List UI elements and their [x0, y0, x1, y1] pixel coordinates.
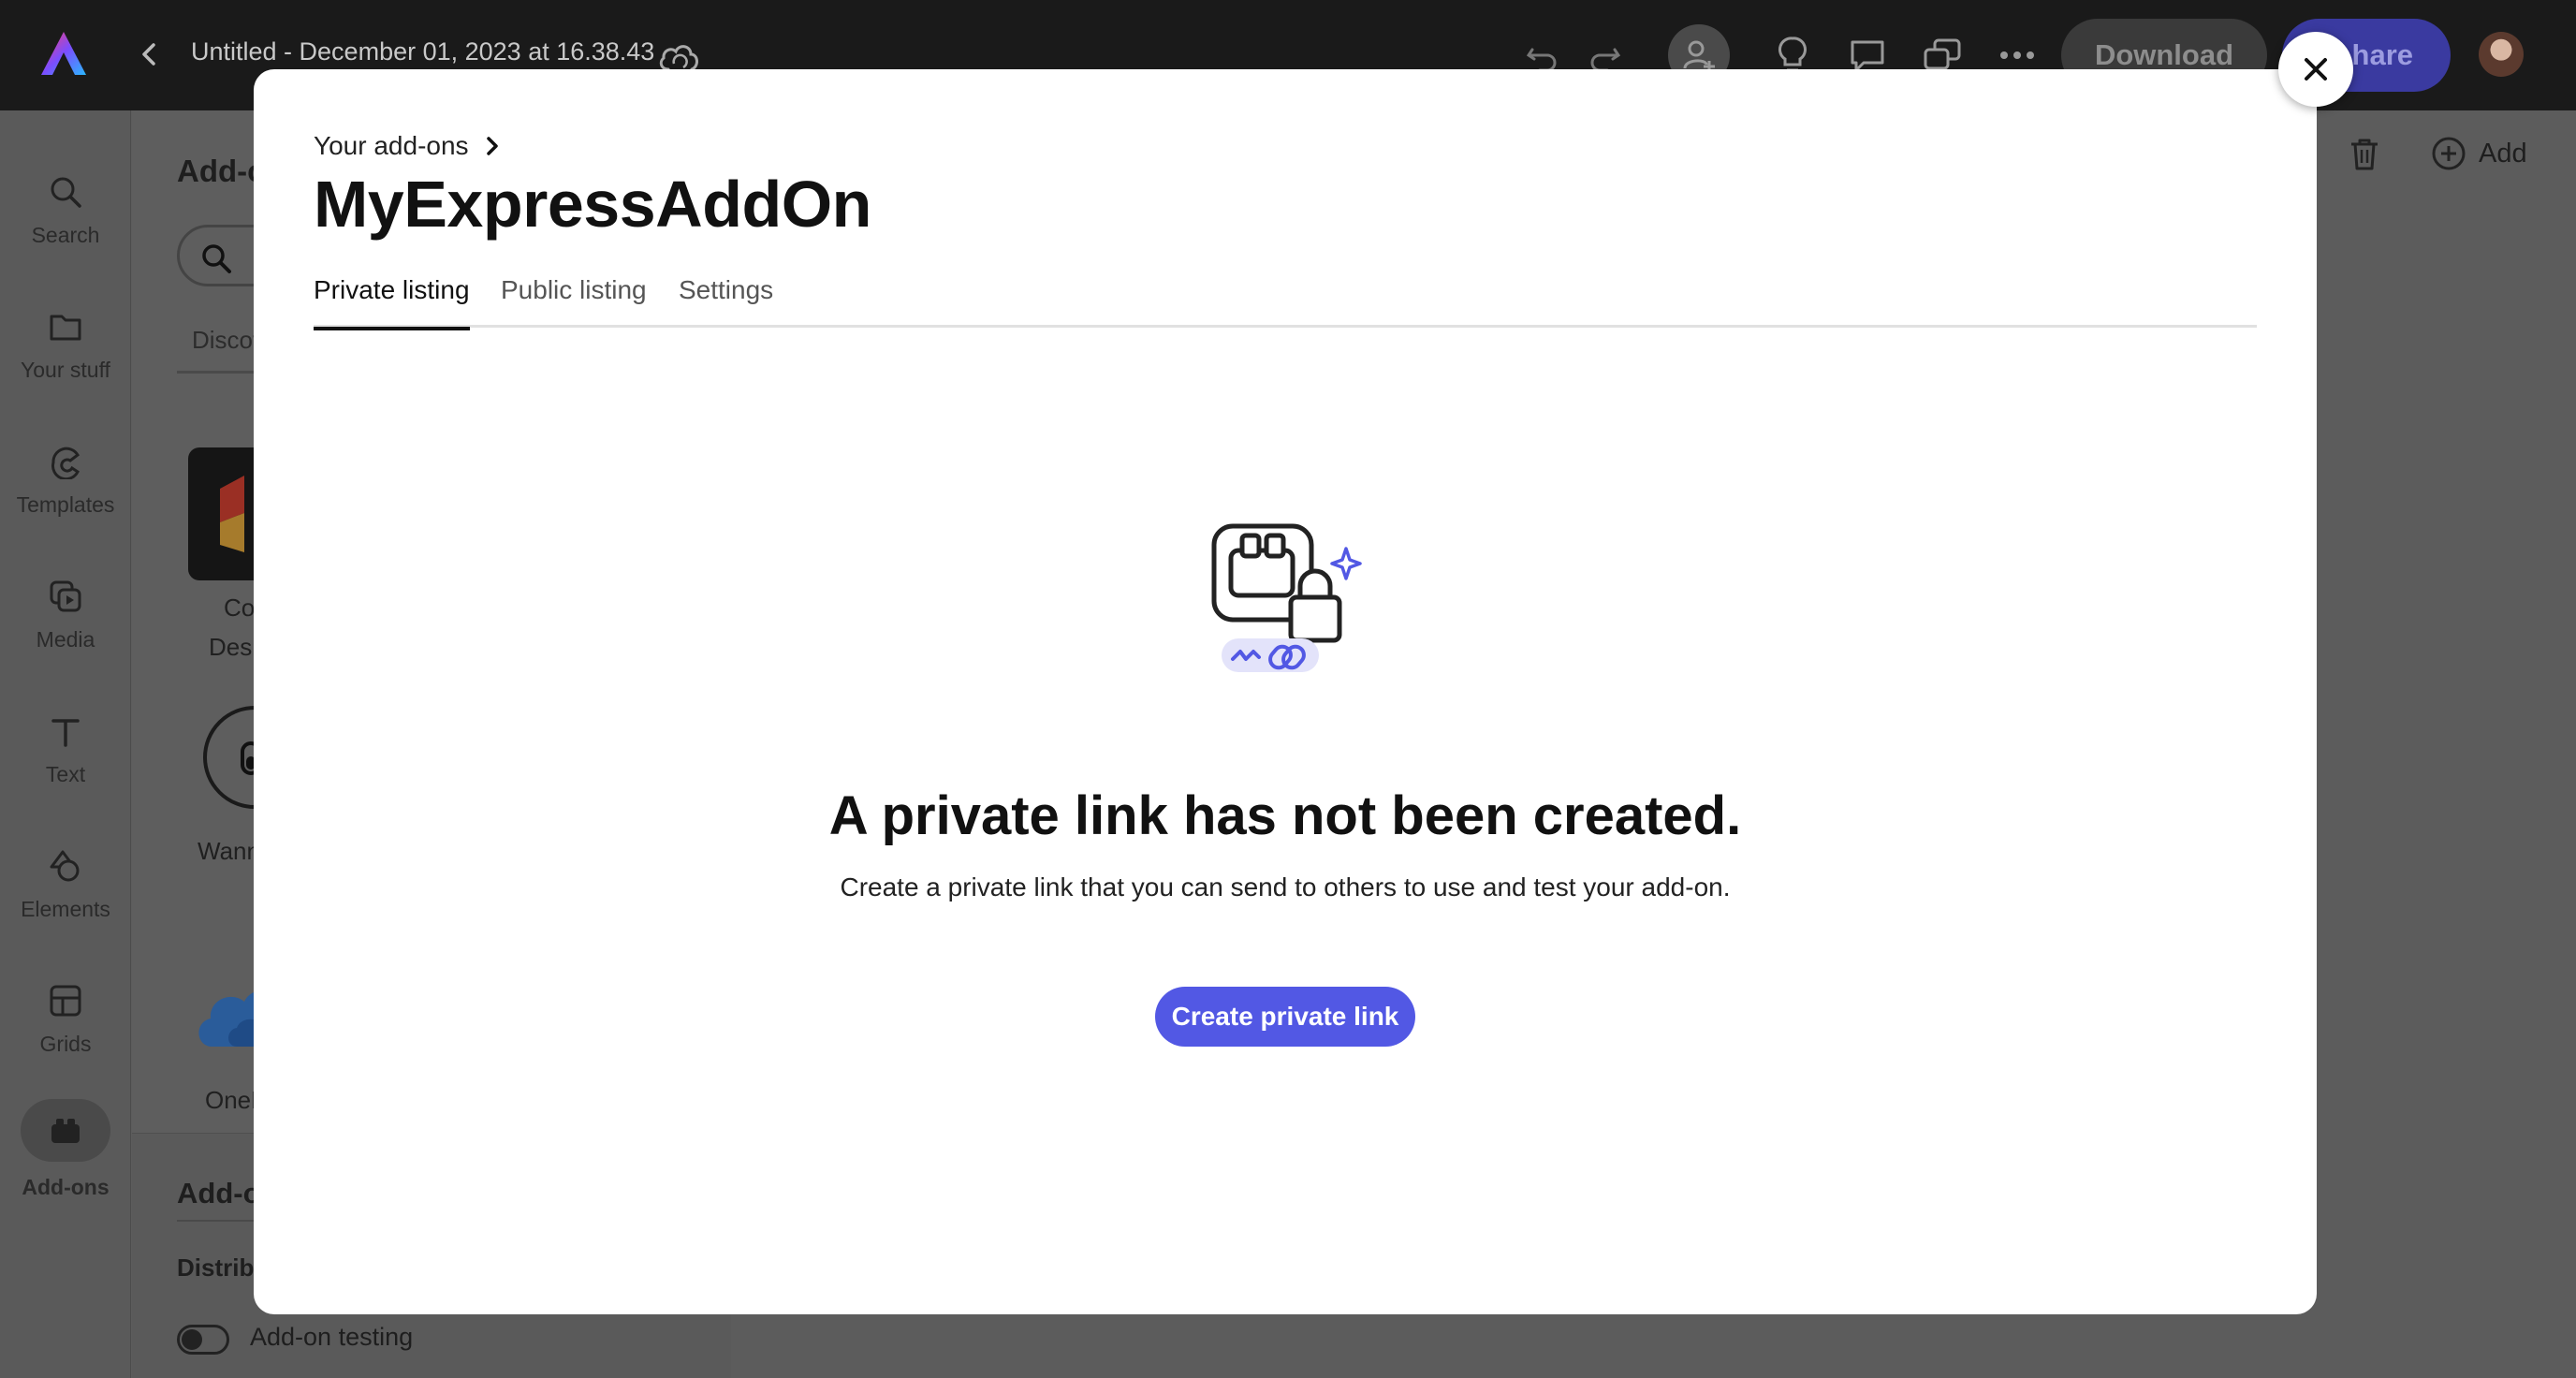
rail-item-your-stuff[interactable]: Your stuff — [0, 270, 131, 391]
avatar[interactable] — [2479, 32, 2524, 77]
addon-name: Co — [224, 594, 256, 622]
rail-item-search[interactable]: Search — [0, 135, 131, 257]
rail-item-label: Elements — [21, 897, 110, 921]
close-icon — [2305, 58, 2327, 81]
close-dialog-button[interactable] — [2278, 32, 2353, 107]
chevron-left-icon[interactable] — [131, 36, 168, 73]
trash-icon[interactable] — [2346, 135, 2383, 172]
rail-active-indicator — [21, 1099, 110, 1162]
media-icon — [50, 580, 81, 612]
tab-private-listing[interactable]: Private listing — [314, 275, 470, 330]
rail-item-text[interactable]: Text — [0, 674, 131, 796]
search-icon — [202, 244, 231, 273]
tab-public-listing[interactable]: Public listing — [501, 275, 647, 328]
addon-name: Desi — [209, 633, 258, 661]
rail-item-add-ons[interactable]: Add-ons — [0, 1078, 131, 1200]
folder-icon — [50, 315, 81, 341]
rail-item-grids[interactable]: Grids — [0, 944, 131, 1065]
tab-list: Private listing Public listing Settings — [314, 275, 2257, 330]
section-subtitle: Distrib — [177, 1253, 255, 1282]
left-rail: Search Your stuff Templates Media Text E… — [0, 110, 131, 1378]
rail-item-elements[interactable]: Elements — [0, 809, 131, 931]
rail-item-label: Media — [36, 627, 95, 652]
add-on-details-dialog: Your add-ons MyExpressAddOn Private list… — [254, 69, 2317, 1314]
add-user-icon — [1683, 40, 1715, 72]
rail-item-label: Search — [31, 223, 100, 247]
addons-icon — [51, 1118, 80, 1143]
breadcrumb[interactable]: Your add-ons — [314, 131, 503, 161]
text-icon — [51, 719, 80, 747]
search-icon — [51, 177, 81, 208]
private-link-illustration-icon — [1211, 523, 1362, 672]
panel-title: Add-o — [177, 154, 267, 188]
tab-settings[interactable]: Settings — [679, 275, 773, 328]
addon-name: Wann — [198, 837, 260, 865]
adobe-express-logo[interactable] — [37, 28, 90, 81]
chevron-right-icon — [486, 137, 498, 155]
empty-state-description: Create a private link that you can send … — [840, 872, 1731, 902]
rail-item-label: Text — [45, 762, 86, 786]
rail-item-label: Grids — [39, 1032, 92, 1056]
add-page-button[interactable]: Add — [2430, 135, 2527, 172]
rail-item-label: Templates — [16, 492, 115, 517]
templates-icon — [51, 447, 80, 479]
add-on-testing-toggle[interactable] — [177, 1325, 229, 1355]
rail-item-label: Add-ons — [22, 1175, 110, 1199]
grids-icon — [50, 985, 81, 1017]
rail-item-label: Your stuff — [21, 358, 110, 382]
empty-state-heading: A private link has not been created. — [828, 785, 1742, 846]
breadcrumb-your-add-ons[interactable]: Your add-ons — [314, 131, 469, 161]
toggle-label: Add-on testing — [250, 1323, 414, 1351]
rail-item-media[interactable]: Media — [0, 539, 131, 661]
section-title: Add-o — [177, 1177, 261, 1209]
create-private-link-button[interactable]: Create private link — [1155, 987, 1415, 1047]
page-title: MyExpressAddOn — [314, 168, 871, 241]
rail-item-templates[interactable]: Templates — [0, 404, 131, 526]
plus-circle-icon — [2432, 137, 2466, 170]
add-label: Add — [2479, 138, 2527, 169]
elements-icon — [50, 850, 80, 882]
document-title[interactable]: Untitled - December 01, 2023 at 16.38.43 — [191, 37, 654, 66]
